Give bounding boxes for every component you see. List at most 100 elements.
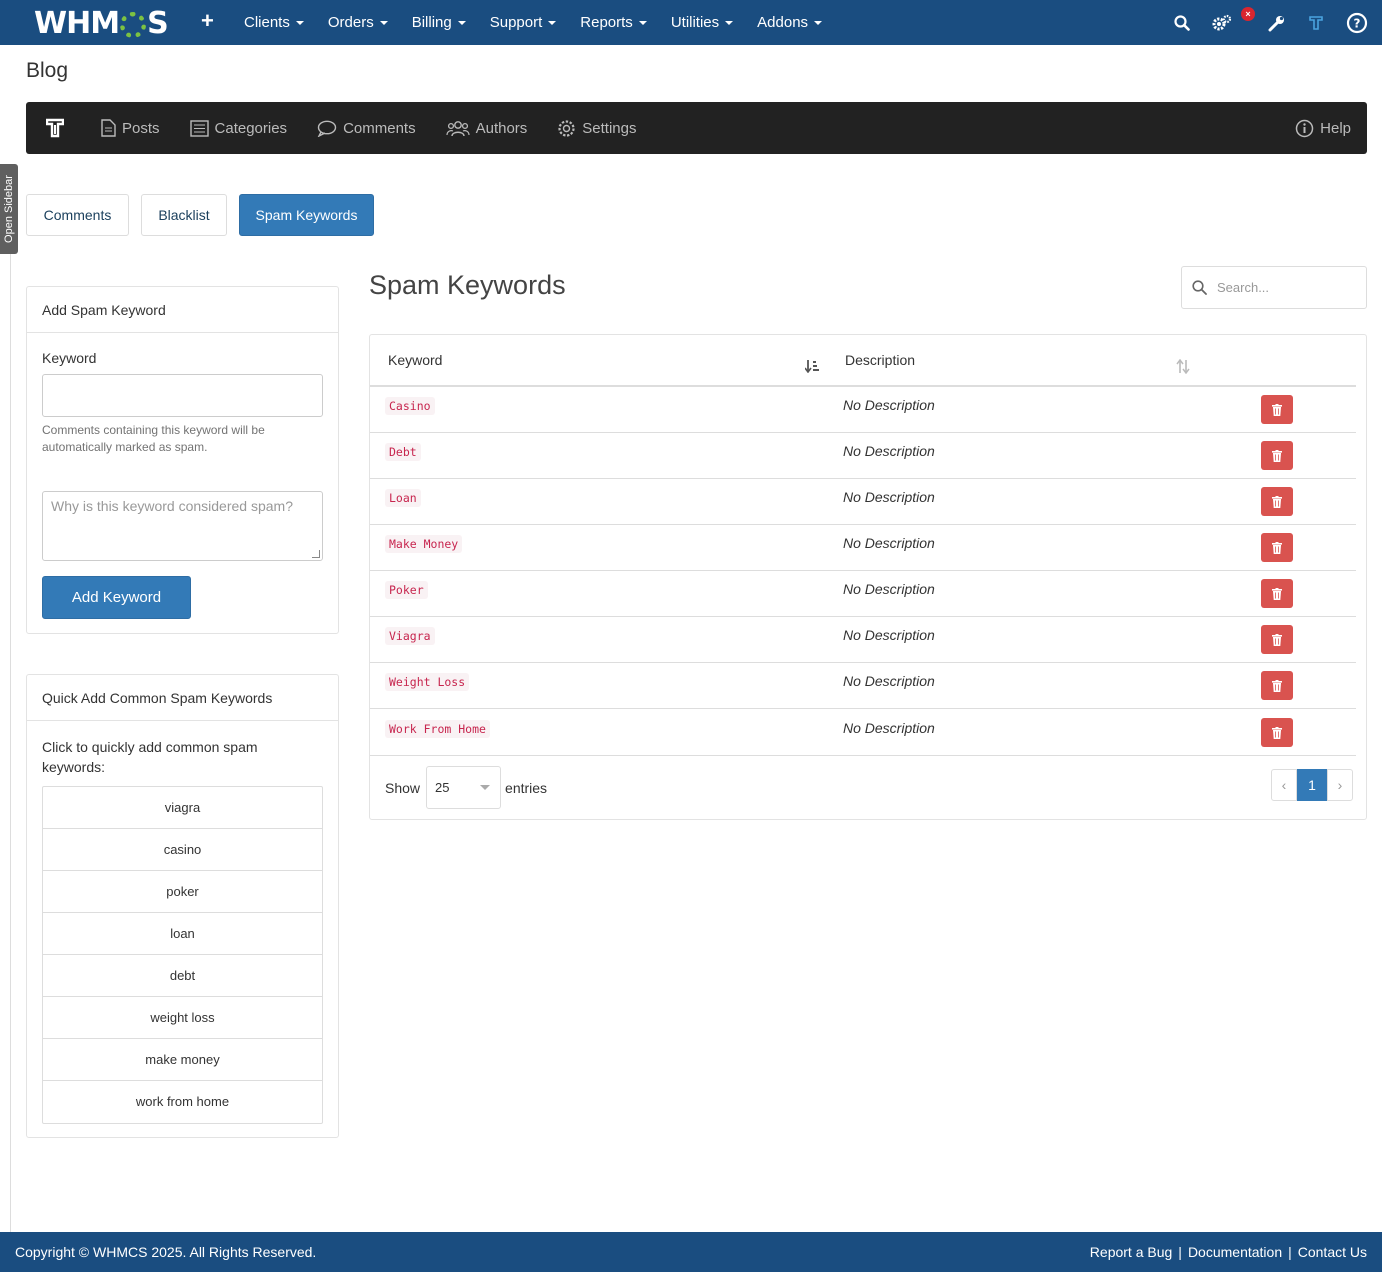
keyword-cell: Work From Home <box>385 720 490 738</box>
contact-us-link[interactable]: Contact Us <box>1298 1244 1367 1260</box>
section-title: Spam Keywords <box>369 270 566 300</box>
caret-down-icon <box>548 21 557 26</box>
trash-icon <box>1272 633 1282 646</box>
table-header: Keyword Description <box>370 335 1356 387</box>
caret-down-icon <box>457 21 466 26</box>
pagination-prev[interactable]: ‹ <box>1271 769 1297 801</box>
quick-add-item[interactable]: poker <box>43 871 322 913</box>
quick-add-item[interactable]: debt <box>43 955 322 997</box>
menu-orders[interactable]: Orders <box>316 0 400 45</box>
description-cell: No Description <box>843 489 935 505</box>
whmcs-logo[interactable]: WHM S <box>34 6 169 41</box>
delete-button[interactable] <box>1261 625 1293 654</box>
delete-button[interactable] <box>1261 718 1293 747</box>
menu-clients[interactable]: Clients <box>232 0 316 45</box>
caret-down-icon <box>725 21 734 26</box>
menu-addons[interactable]: Addons <box>745 0 834 45</box>
logo-gear-icon <box>120 11 147 38</box>
menu-label: Reports <box>580 14 633 31</box>
report-bug-link[interactable]: Report a Bug <box>1090 1244 1173 1260</box>
quick-add-icon[interactable]: + <box>201 8 214 34</box>
blog-nav-categories[interactable]: Categories <box>189 120 287 137</box>
pagination-page[interactable]: 1 <box>1297 769 1327 801</box>
page-length-control: Show 25 entries <box>385 766 547 809</box>
search-icon[interactable] <box>1174 14 1190 31</box>
quick-add-item[interactable]: loan <box>43 913 322 955</box>
logo-text-left: WHM <box>34 6 120 41</box>
menu-label: Orders <box>327 14 374 31</box>
users-icon <box>445 120 470 136</box>
help-circle-icon[interactable]: ? <box>1346 12 1368 34</box>
quick-add-item[interactable]: work from home <box>43 1081 322 1123</box>
trash-icon <box>1272 495 1282 508</box>
tab-spam-keywords[interactable]: Spam Keywords <box>239 194 374 236</box>
menu-utilities[interactable]: Utilities <box>659 0 745 45</box>
delete-button[interactable] <box>1261 441 1293 470</box>
keyword-cell: Casino <box>385 397 435 415</box>
blog-nav-settings[interactable]: Settings <box>557 119 637 138</box>
blog-nav-label: Comments <box>343 119 416 137</box>
blog-addon-icon[interactable] <box>1308 15 1324 31</box>
menu-billing[interactable]: Billing <box>400 0 478 45</box>
page-length-select[interactable]: 25 <box>426 766 502 809</box>
keyword-cell: Poker <box>385 581 428 599</box>
blog-nav-help[interactable]: Help <box>1295 102 1351 154</box>
settings-cogs-icon[interactable]: × <box>1212 6 1255 32</box>
wrench-icon[interactable] <box>1268 14 1286 32</box>
page-length-value: 25 <box>435 780 450 795</box>
menu-reports[interactable]: Reports <box>568 0 659 45</box>
open-sidebar-tab[interactable]: Open Sidebar <box>0 164 18 254</box>
link-separator: | <box>1178 1244 1182 1260</box>
table-row: Casino No Description <box>370 387 1356 433</box>
description-cell: No Description <box>843 581 935 597</box>
delete-button[interactable] <box>1261 579 1293 608</box>
alert-badge: × <box>1241 6 1255 21</box>
description-cell: No Description <box>843 673 935 689</box>
menu-label: Addons <box>757 14 809 31</box>
column-keyword[interactable]: Keyword <box>388 352 442 368</box>
keyword-help-text: Comments containing this keyword will be… <box>42 423 265 454</box>
table-row: Poker No Description <box>370 571 1356 617</box>
blog-nav-label: Authors <box>475 119 528 137</box>
delete-button[interactable] <box>1261 395 1293 424</box>
delete-button[interactable] <box>1261 533 1293 562</box>
quick-add-item[interactable]: make money <box>43 1039 322 1081</box>
search-placeholder: Search... <box>1217 280 1270 295</box>
quick-add-item[interactable]: casino <box>43 829 322 871</box>
quick-add-item[interactable]: viagra <box>43 787 322 829</box>
keywords-table: Keyword Description Casino No Description… <box>369 334 1367 820</box>
trash-icon <box>1272 679 1282 692</box>
description-cell: No Description <box>843 720 935 736</box>
delete-button[interactable] <box>1261 487 1293 516</box>
blog-nav-authors[interactable]: Authors <box>445 119 528 137</box>
search-input[interactable]: Search... <box>1181 266 1367 309</box>
blog-nav-label: Posts <box>122 119 160 137</box>
add-keyword-button[interactable]: Add Keyword <box>42 576 191 619</box>
tab-comments[interactable]: Comments <box>26 194 129 236</box>
caret-down-icon <box>638 21 647 26</box>
keyword-cell: Loan <box>385 489 421 507</box>
blog-nav-comments[interactable]: Comments <box>317 120 416 137</box>
delete-button[interactable] <box>1261 671 1293 700</box>
keyword-input[interactable] <box>42 374 323 417</box>
keyword-cell: Weight Loss <box>385 673 470 691</box>
tab-blacklist[interactable]: Blacklist <box>141 194 227 236</box>
blog-nav-posts[interactable]: Posts <box>101 119 160 137</box>
pagination-next[interactable]: › <box>1327 769 1353 801</box>
resize-handle-icon[interactable] <box>312 550 320 558</box>
comment-icon <box>317 120 337 137</box>
menu-support[interactable]: Support <box>478 0 569 45</box>
description-cell: No Description <box>843 535 935 551</box>
show-label: Show <box>385 779 421 796</box>
documentation-link[interactable]: Documentation <box>1188 1244 1282 1260</box>
description-placeholder: Why is this keyword considered spam? <box>51 498 293 514</box>
trash-icon <box>1272 587 1282 600</box>
description-cell: No Description <box>843 627 935 643</box>
column-description[interactable]: Description <box>845 352 915 368</box>
sort-both-icon[interactable] <box>1176 358 1190 377</box>
sort-ascending-icon[interactable] <box>804 359 820 376</box>
quick-add-item[interactable]: weight loss <box>43 997 322 1039</box>
blog-logo-icon[interactable] <box>45 118 65 141</box>
description-textarea[interactable]: Why is this keyword considered spam? <box>42 491 323 561</box>
caret-down-icon <box>295 21 304 26</box>
